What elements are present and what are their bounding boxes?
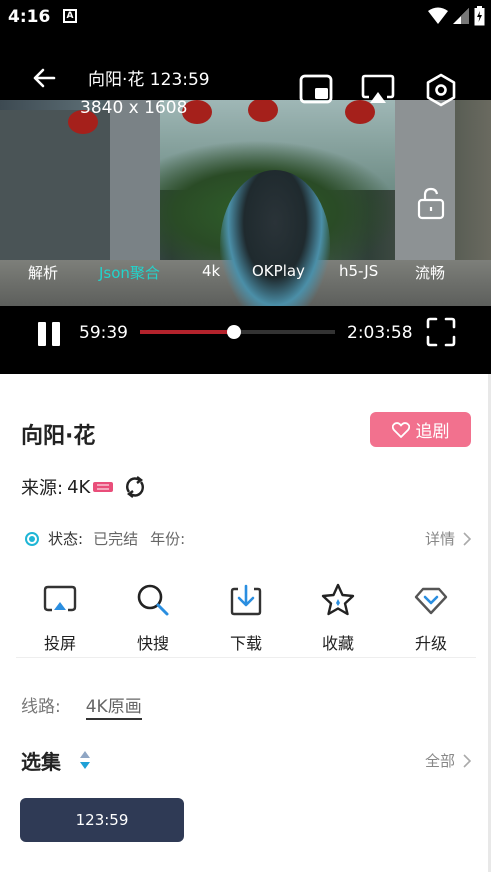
seek-thumb[interactable]: [227, 325, 242, 339]
seek-bar[interactable]: [140, 325, 335, 339]
refresh-icon[interactable]: [124, 475, 146, 499]
route-label: 线路:: [21, 697, 61, 717]
download-icon: [230, 584, 262, 616]
star-icon: [321, 583, 355, 616]
quick-search-button[interactable]: 快搜: [118, 582, 188, 654]
status-time: 4:16: [8, 7, 51, 27]
unlock-icon[interactable]: [414, 186, 448, 220]
pip-icon[interactable]: [298, 72, 334, 108]
source-label: 来源:: [21, 478, 64, 499]
settings-hexagon-icon[interactable]: [423, 72, 459, 108]
diamond-icon: [414, 587, 448, 615]
detail-link[interactable]: 详情: [425, 528, 471, 549]
source-option[interactable]: 4k: [202, 262, 220, 280]
route-option[interactable]: 4K原画: [85, 692, 142, 720]
wifi-icon: [428, 7, 448, 24]
route-row: 线路: 4K原画: [21, 692, 142, 720]
chevron-right-icon: [463, 753, 471, 768]
action-label: 快搜: [136, 634, 169, 653]
source-row: 来源: 4K: [21, 474, 146, 500]
status-row: 状态: 已完结 年份: 详情: [21, 528, 471, 549]
favorite-button[interactable]: 收藏: [303, 582, 373, 654]
cast-icon: [43, 585, 77, 612]
fullscreen-icon[interactable]: [426, 317, 456, 347]
notification-icon: A: [63, 9, 77, 23]
download-button[interactable]: 下载: [211, 582, 281, 654]
cast-button[interactable]: 投屏: [25, 582, 95, 654]
detail-panel: 向阳·花 追剧 来源: 4K 状态: 已完结 年份: 详情 投屏 快搜 下载 收…: [0, 374, 491, 872]
search-icon: [137, 584, 169, 616]
action-bar: 投屏 快搜 下载 收藏 升级: [0, 582, 491, 654]
player-title: 向阳·花 123:59: [88, 70, 210, 90]
episodes-title: 选集: [21, 750, 61, 774]
episodes-header: 选集 全部: [21, 746, 471, 776]
source-option[interactable]: OKPlay: [252, 262, 305, 280]
video-player[interactable]: 向阳·花 123:59 3840 x 1608 解析 Json聚合 4k OKP…: [0, 34, 491, 374]
current-time: 59:39: [79, 323, 128, 343]
status-label: 状态:: [48, 530, 84, 548]
source-option[interactable]: 解析: [28, 262, 58, 283]
source-value: 4K: [67, 476, 91, 498]
sort-icon[interactable]: [79, 749, 91, 771]
battery-icon: [474, 6, 485, 26]
chevron-right-icon: [463, 531, 471, 546]
back-arrow-icon[interactable]: [28, 62, 60, 94]
airplay-icon[interactable]: [360, 72, 396, 108]
upgrade-button[interactable]: 升级: [396, 582, 466, 654]
source-option-active[interactable]: Json聚合: [99, 262, 160, 283]
source-option[interactable]: 流畅: [415, 262, 445, 283]
show-title: 向阳·花: [21, 424, 96, 449]
video-resolution: 3840 x 1608: [80, 98, 188, 118]
action-label: 下载: [229, 634, 262, 653]
divider: [16, 657, 476, 658]
player-top-bar: 向阳·花 123:59 3840 x 1608: [0, 34, 491, 124]
year-label: 年份:: [150, 530, 186, 548]
seek-progress: [140, 330, 235, 334]
total-time: 2:03:58: [347, 323, 413, 343]
pause-icon[interactable]: [38, 322, 62, 346]
follow-label: 追剧: [415, 422, 450, 442]
episode-button[interactable]: 123:59: [20, 798, 184, 842]
status-radio-icon: [25, 531, 39, 546]
source-option[interactable]: h5-JS: [339, 262, 378, 280]
action-label: 升级: [414, 634, 447, 653]
action-label: 投屏: [43, 634, 76, 653]
heart-icon: [391, 421, 410, 438]
status-value: 已完结: [93, 530, 139, 548]
action-label: 收藏: [321, 634, 354, 653]
detail-label: 详情: [424, 530, 455, 548]
player-controls: 59:39 2:03:58: [0, 314, 491, 354]
all-label: 全部: [424, 752, 455, 770]
all-episodes-link[interactable]: 全部: [425, 750, 471, 771]
system-icons: [428, 6, 485, 26]
follow-button[interactable]: 追剧: [370, 412, 471, 447]
status-bar: 4:16 A: [0, 0, 491, 34]
source-selector: 解析 Json聚合 4k OKPlay h5-JS 流畅: [0, 262, 491, 286]
signal-icon: [453, 8, 469, 24]
ticket-icon: [93, 482, 114, 492]
